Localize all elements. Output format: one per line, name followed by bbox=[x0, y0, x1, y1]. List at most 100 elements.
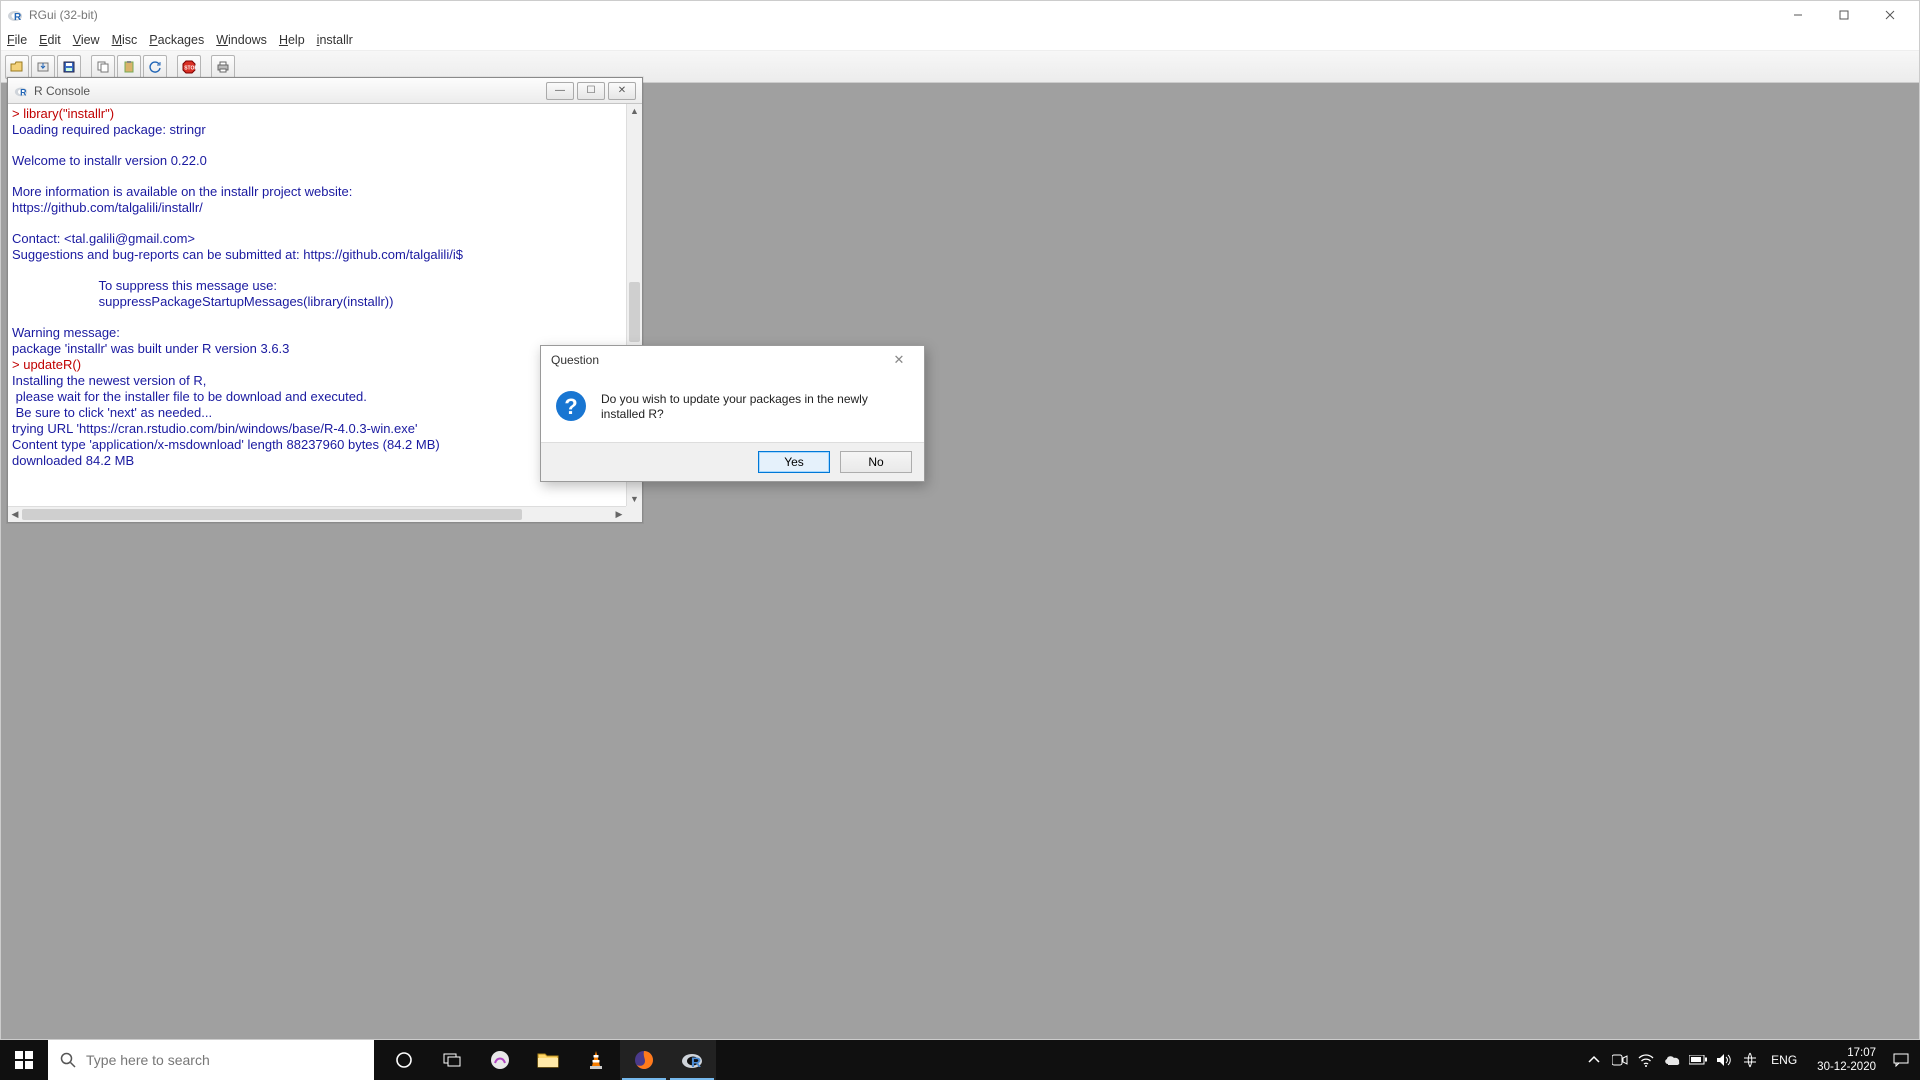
toolbar-copy-button[interactable] bbox=[91, 55, 115, 79]
tray-meet-now-icon[interactable] bbox=[1611, 1051, 1629, 1069]
tray-clock[interactable]: 17:07 30-12-2020 bbox=[1809, 1046, 1884, 1074]
console-line: package 'installr' was built under R ver… bbox=[12, 341, 289, 356]
console-titlebar[interactable]: R R Console — ☐ ✕ bbox=[8, 78, 642, 104]
mdi-workspace: R R Console — ☐ ✕ > library("installr") … bbox=[1, 83, 1919, 1039]
console-line: Be sure to click 'next' as needed... bbox=[12, 405, 212, 420]
close-button[interactable] bbox=[1867, 1, 1913, 29]
prompt: > bbox=[12, 106, 23, 121]
windows-taskbar: Type here to search R ENG 17:07 30-12-20… bbox=[0, 1040, 1920, 1080]
toolbar-load-workspace-button[interactable] bbox=[31, 55, 55, 79]
search-placeholder: Type here to search bbox=[86, 1052, 210, 1068]
clock-date: 30-12-2020 bbox=[1817, 1060, 1876, 1074]
taskbar-app-onenote[interactable] bbox=[476, 1040, 524, 1080]
r-logo-icon: R bbox=[14, 84, 28, 98]
console-line: Loading required package: stringr bbox=[12, 122, 206, 137]
clock-time: 17:07 bbox=[1817, 1046, 1876, 1060]
windows-logo-icon bbox=[15, 1051, 33, 1069]
file-explorer-icon bbox=[537, 1051, 559, 1069]
console-line: To suppress this message use: bbox=[12, 278, 277, 293]
chevron-up-icon bbox=[1588, 1054, 1600, 1066]
resize-grip[interactable] bbox=[626, 506, 642, 522]
prompt: > bbox=[12, 357, 23, 372]
toolbar-stop-button[interactable]: STOP bbox=[177, 55, 201, 79]
toolbar-refresh-button[interactable] bbox=[143, 55, 167, 79]
console-line: Welcome to installr version 0.22.0 bbox=[12, 153, 207, 168]
menubar: File Edit View Misc Packages Windows Hel… bbox=[1, 29, 1919, 51]
menu-view[interactable]: View bbox=[73, 33, 100, 47]
menu-windows[interactable]: Windows bbox=[216, 33, 267, 47]
task-view-button[interactable] bbox=[428, 1040, 476, 1080]
console-maximize-button[interactable]: ☐ bbox=[577, 82, 605, 100]
rgui-main-window: R RGui (32-bit) File Edit View Misc Pack… bbox=[0, 0, 1920, 1040]
no-button[interactable]: No bbox=[840, 451, 912, 473]
console-close-button[interactable]: ✕ bbox=[608, 82, 636, 100]
console-line: More information is available on the ins… bbox=[12, 184, 352, 199]
svg-text:R: R bbox=[20, 87, 27, 97]
console-line: Content type 'application/x-msdownload' … bbox=[12, 437, 440, 452]
notification-icon bbox=[1893, 1053, 1909, 1067]
taskbar-app-firefox[interactable] bbox=[620, 1040, 668, 1080]
question-mark-icon: ? bbox=[555, 390, 587, 422]
menu-file[interactable]: File bbox=[7, 33, 27, 47]
console-line: Warning message: bbox=[12, 325, 120, 340]
scroll-left-arrow-icon[interactable]: ◀ bbox=[8, 509, 22, 520]
scroll-thumb[interactable] bbox=[629, 282, 640, 342]
taskbar-app-vlc[interactable] bbox=[572, 1040, 620, 1080]
menu-help[interactable]: Help bbox=[279, 33, 305, 47]
dialog-message: Do you wish to update your packages in t… bbox=[601, 390, 910, 422]
tray-onedrive-icon[interactable] bbox=[1663, 1051, 1681, 1069]
dialog-close-button[interactable]: ✕ bbox=[884, 350, 914, 370]
scroll-up-arrow-icon[interactable]: ▲ bbox=[627, 104, 642, 118]
tray-volume-icon[interactable] bbox=[1715, 1051, 1733, 1069]
console-line: please wait for the installer file to be… bbox=[12, 389, 367, 404]
cortana-button[interactable] bbox=[380, 1040, 428, 1080]
vlc-icon bbox=[587, 1050, 605, 1070]
scroll-thumb[interactable] bbox=[22, 509, 522, 520]
console-line: Contact: <tal.galili@gmail.com> bbox=[12, 231, 195, 246]
console-command: updateR() bbox=[23, 357, 81, 372]
menu-misc[interactable]: Misc bbox=[112, 33, 138, 47]
tray-input-method-icon[interactable] bbox=[1741, 1051, 1759, 1069]
cortana-icon bbox=[395, 1051, 413, 1069]
taskbar-search[interactable]: Type here to search bbox=[48, 1040, 374, 1080]
taskbar-app-file-explorer[interactable] bbox=[524, 1040, 572, 1080]
tray-battery-icon[interactable] bbox=[1689, 1051, 1707, 1069]
tray-overflow-button[interactable] bbox=[1585, 1051, 1603, 1069]
toolbar-print-button[interactable] bbox=[211, 55, 235, 79]
console-horizontal-scrollbar[interactable]: ◀ ▶ bbox=[8, 506, 626, 522]
yes-button[interactable]: Yes bbox=[758, 451, 830, 473]
tray-wifi-icon[interactable] bbox=[1637, 1051, 1655, 1069]
dialog-titlebar[interactable]: Question ✕ bbox=[541, 346, 924, 374]
console-title-text: R Console bbox=[34, 84, 90, 98]
r-logo-icon: R bbox=[681, 1049, 703, 1071]
menu-installr[interactable]: installr bbox=[317, 33, 353, 47]
console-minimize-button[interactable]: — bbox=[546, 82, 574, 100]
maximize-button[interactable] bbox=[1821, 1, 1867, 29]
scroll-right-arrow-icon[interactable]: ▶ bbox=[612, 509, 626, 520]
console-line: trying URL 'https://cran.rstudio.com/bin… bbox=[12, 421, 418, 436]
dialog-title-text: Question bbox=[551, 353, 599, 367]
scroll-down-arrow-icon[interactable]: ▼ bbox=[627, 492, 642, 506]
menu-edit[interactable]: Edit bbox=[39, 33, 61, 47]
toolbar-paste-button[interactable] bbox=[117, 55, 141, 79]
taskbar-app-rgui[interactable]: R bbox=[668, 1040, 716, 1080]
start-button[interactable] bbox=[0, 1040, 48, 1080]
toolbar-save-button[interactable] bbox=[57, 55, 81, 79]
r-logo-icon: R bbox=[7, 7, 23, 23]
console-command: library("installr") bbox=[23, 106, 114, 121]
console-line: Installing the newest version of R, bbox=[12, 373, 206, 388]
menu-packages[interactable]: Packages bbox=[149, 33, 204, 47]
svg-text:?: ? bbox=[564, 394, 577, 419]
minimize-button[interactable] bbox=[1775, 1, 1821, 29]
svg-text:R: R bbox=[691, 1054, 701, 1070]
tray-action-center-button[interactable] bbox=[1892, 1051, 1910, 1069]
svg-text:STOP: STOP bbox=[184, 65, 196, 71]
console-line: downloaded 84.2 MB bbox=[12, 453, 134, 468]
console-line: suppressPackageStartupMessages(library(i… bbox=[12, 294, 393, 309]
dialog-button-row: Yes No bbox=[541, 442, 924, 481]
taskbar-pinned-apps: R bbox=[380, 1040, 716, 1080]
tray-language[interactable]: ENG bbox=[1767, 1053, 1801, 1067]
toolbar-open-button[interactable] bbox=[5, 55, 29, 79]
titlebar[interactable]: R RGui (32-bit) bbox=[1, 1, 1919, 29]
console-line: Suggestions and bug-reports can be submi… bbox=[12, 247, 463, 262]
